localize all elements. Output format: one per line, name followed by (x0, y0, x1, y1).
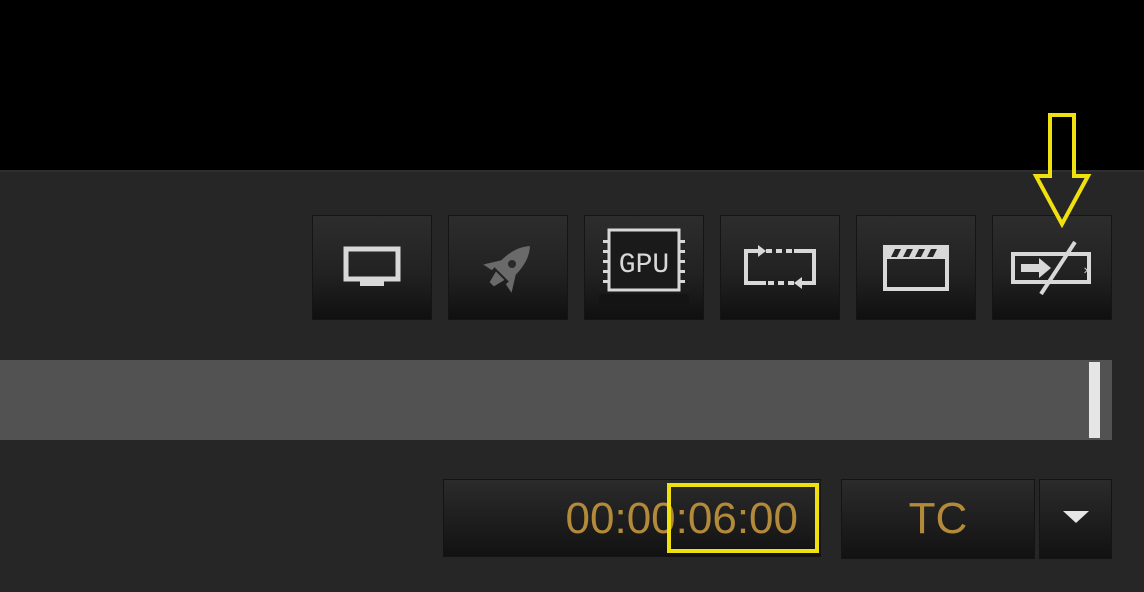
loop-frame-icon (740, 243, 820, 293)
loop-button[interactable] (720, 215, 840, 320)
gpu-label: GPU (619, 250, 669, 281)
monitor-icon (342, 243, 402, 293)
timecode-field[interactable]: 00:00:06:00 (443, 479, 821, 557)
gpu-chip-icon: GPU (589, 220, 699, 315)
clapperboard-icon (881, 243, 951, 293)
triangle-down-icon (1061, 509, 1091, 530)
display-button[interactable] (312, 215, 432, 320)
timecode-mode-dropdown[interactable] (1039, 479, 1112, 559)
output-disabled-button[interactable]: ✕ (992, 215, 1112, 320)
gpu-button[interactable]: GPU (584, 215, 704, 320)
clapperboard-button[interactable] (856, 215, 976, 320)
playback-progress-handle[interactable] (1089, 362, 1100, 438)
accelerate-button[interactable] (448, 215, 568, 320)
video-preview-area (0, 0, 1144, 170)
app-root: GPU ✕ 00:00:06:00 TC (0, 0, 1144, 592)
timecode-value: 00:00:06:00 (565, 494, 798, 543)
rocket-icon (473, 233, 543, 303)
timecode-mode-label: TC (908, 494, 968, 543)
svg-text:✕: ✕ (1083, 266, 1091, 277)
output-disabled-icon: ✕ (1007, 238, 1097, 298)
timecode-mode-button[interactable]: TC (841, 479, 1035, 559)
annotation-arrow-icon (1032, 113, 1092, 229)
playback-progress-track[interactable] (0, 360, 1112, 440)
